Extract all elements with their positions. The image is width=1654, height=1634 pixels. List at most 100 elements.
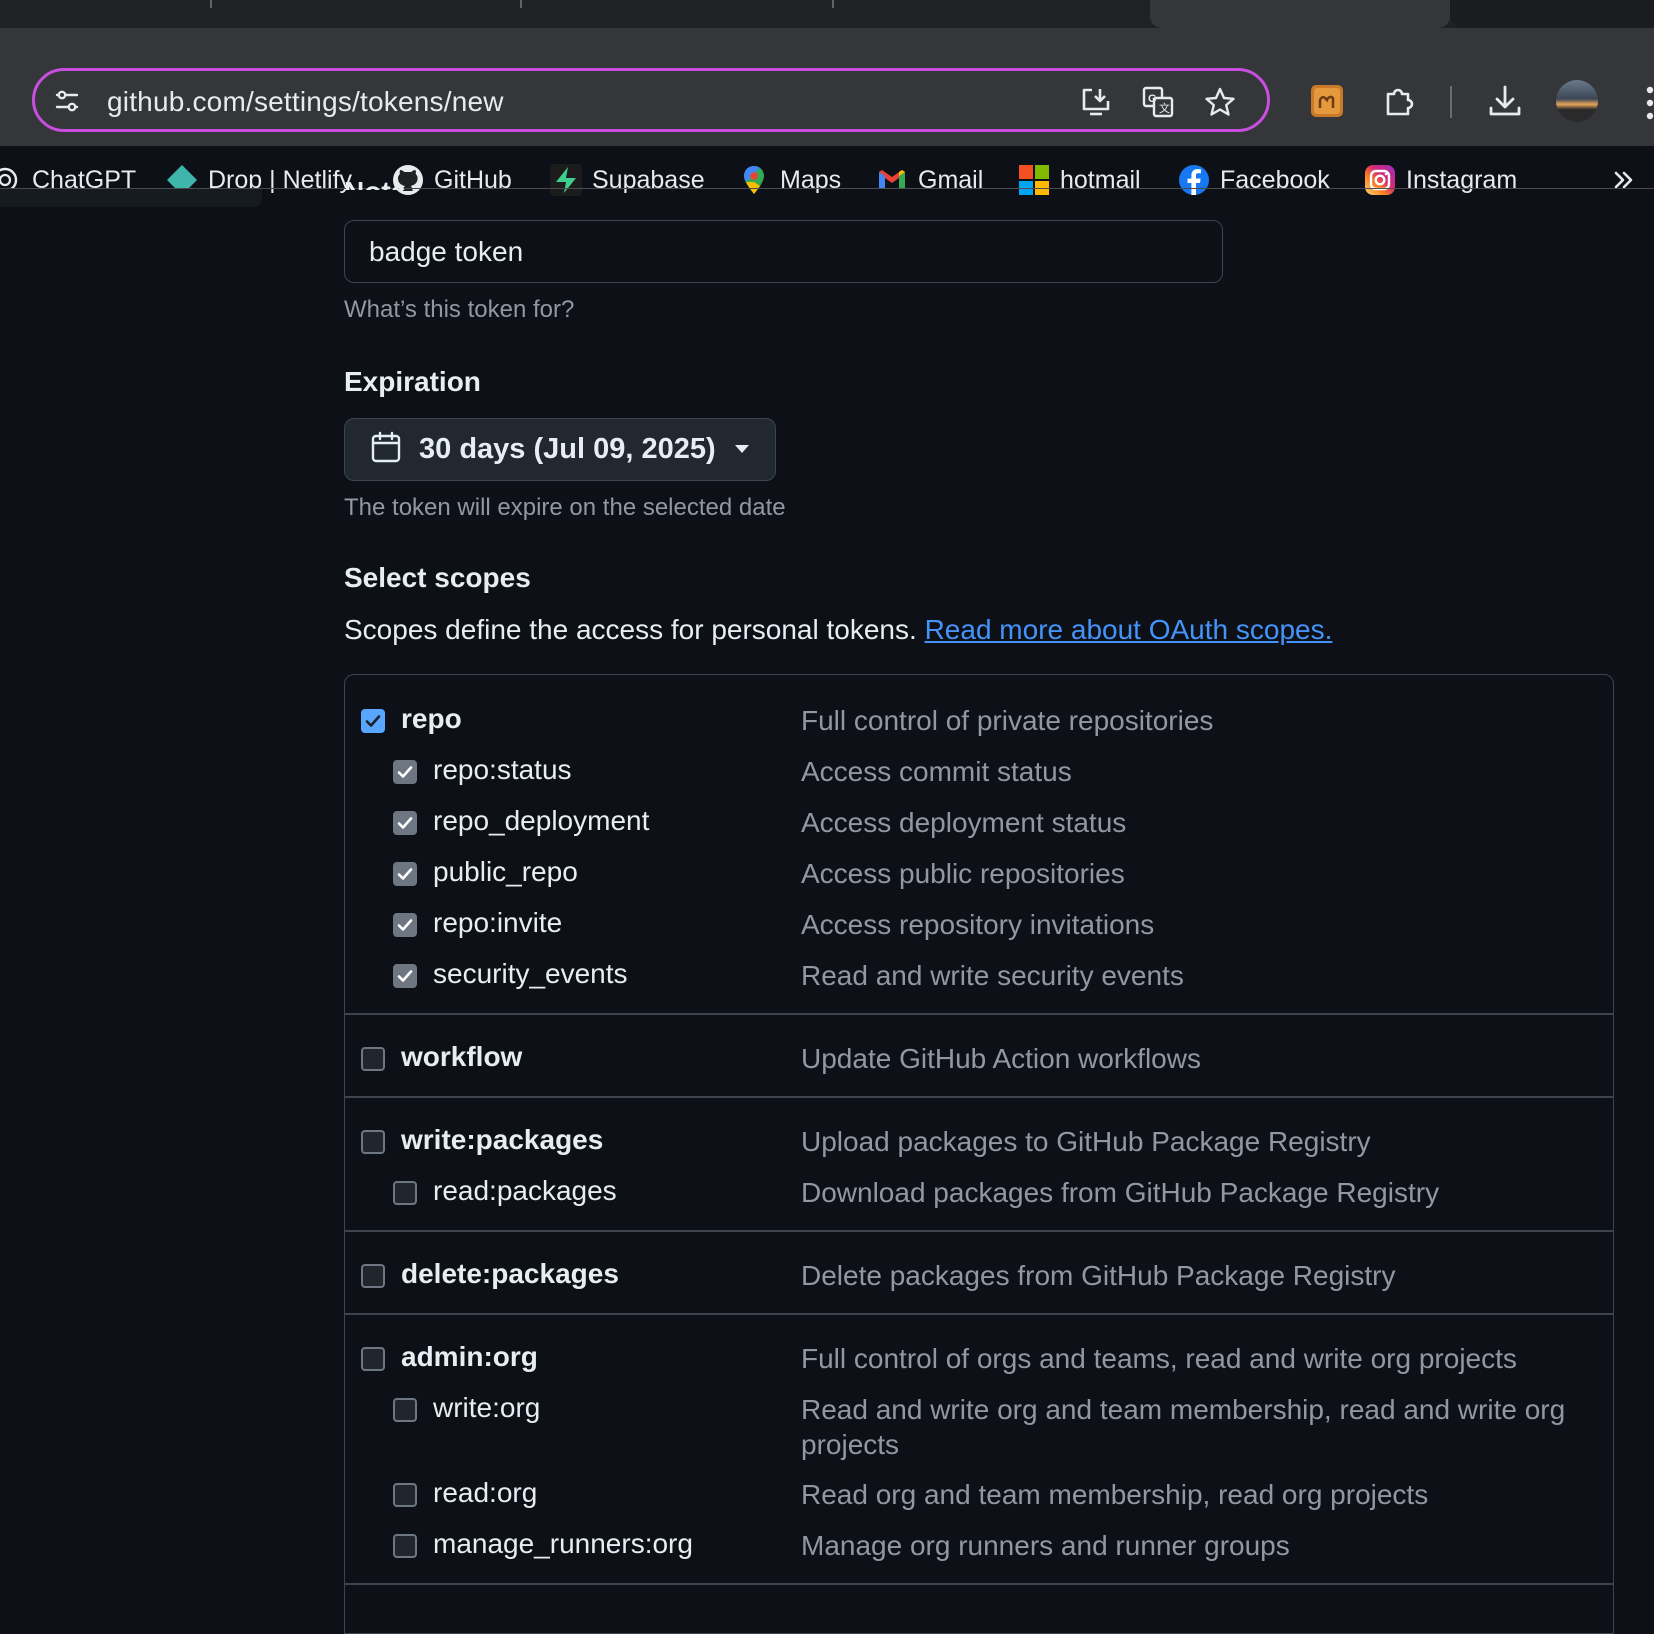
facebook-icon xyxy=(1178,164,1210,196)
downloads-icon[interactable] xyxy=(1486,82,1524,120)
sidebar-fragment xyxy=(0,189,262,207)
scope-description: Access commit status xyxy=(801,756,1072,787)
bookmark-hotmail[interactable]: hotmail xyxy=(1018,160,1141,200)
scope-group-divider xyxy=(345,1230,1613,1232)
scope-description: Update GitHub Action workflows xyxy=(801,1043,1201,1074)
scope-row-write-packages: write:packages Upload packages to GitHub … xyxy=(345,1122,1613,1162)
scope-row-repo-invite: repo:invite Access repository invitations xyxy=(345,905,1613,945)
scope-name[interactable]: public_repo xyxy=(433,856,578,888)
scope-name[interactable]: repo:status xyxy=(433,754,572,786)
expiration-value: 30 days (Jul 09, 2025) xyxy=(419,433,716,465)
scope-group-divider xyxy=(345,1583,1613,1585)
instagram-icon xyxy=(1364,164,1396,196)
scope-checkbox-delete-packages[interactable] xyxy=(361,1264,385,1288)
active-tab[interactable] xyxy=(1150,0,1450,28)
address-bar[interactable]: github.com/settings/tokens/new G文 xyxy=(32,68,1270,132)
scope-name[interactable]: repo:invite xyxy=(433,907,562,939)
scope-row-workflow: workflow Update GitHub Action workflows xyxy=(345,1039,1613,1079)
scope-group-divider xyxy=(345,1313,1613,1315)
bookmark-facebook[interactable]: Facebook xyxy=(1178,160,1330,200)
note-label: Note xyxy=(344,170,406,190)
scope-name[interactable]: write:packages xyxy=(401,1124,603,1156)
scope-row-repo-status: repo:status Access commit status xyxy=(345,752,1613,792)
scope-checkbox-security-events[interactable] xyxy=(393,964,417,988)
extensions-puzzle-icon[interactable] xyxy=(1380,82,1418,120)
tab-separator xyxy=(520,0,522,8)
microsoft-icon xyxy=(1018,164,1050,196)
scope-checkbox-repo-invite[interactable] xyxy=(393,913,417,937)
scope-checkbox-public-repo[interactable] xyxy=(393,862,417,886)
bookmark-github[interactable]: GitHub xyxy=(392,160,512,200)
scope-description: Full control of orgs and teams, read and… xyxy=(801,1343,1517,1374)
scope-description: Upload packages to GitHub Package Regist… xyxy=(801,1126,1371,1157)
scope-description: Manage org runners and runner groups xyxy=(801,1530,1290,1561)
scope-row-public-repo: public_repo Access public repositories xyxy=(345,854,1613,894)
bookmark-star-icon[interactable] xyxy=(1203,85,1237,119)
scope-checkbox-write-org[interactable] xyxy=(393,1398,417,1422)
supabase-icon xyxy=(550,164,582,196)
bookmark-maps[interactable]: Maps xyxy=(738,160,841,200)
scope-group-divider xyxy=(345,1013,1613,1015)
oauth-scopes-link[interactable]: Read more about OAuth scopes. xyxy=(925,614,1333,645)
tab-separator xyxy=(210,0,212,8)
scope-name[interactable]: manage_runners:org xyxy=(433,1528,693,1560)
translate-icon[interactable]: G文 xyxy=(1141,85,1175,119)
scope-checkbox-read-packages[interactable] xyxy=(393,1181,417,1205)
scope-name[interactable]: admin:org xyxy=(401,1341,538,1373)
scope-checkbox-repo[interactable] xyxy=(361,709,385,733)
scope-checkbox-read-org[interactable] xyxy=(393,1483,417,1507)
profile-avatar[interactable] xyxy=(1556,80,1598,122)
scope-name[interactable]: security_events xyxy=(433,958,628,990)
gmail-icon xyxy=(876,164,908,196)
scope-name[interactable]: read:packages xyxy=(433,1175,617,1207)
bookmark-instagram[interactable]: Instagram xyxy=(1364,160,1517,200)
tab-separator xyxy=(832,0,834,8)
extension-camel-icon[interactable] xyxy=(1308,82,1346,120)
scope-row-security-events: security_events Read and write security e… xyxy=(345,956,1613,996)
menu-kebab-icon[interactable] xyxy=(1640,84,1654,122)
scope-description: Delete packages from GitHub Package Regi… xyxy=(801,1260,1396,1291)
expiration-select[interactable]: 30 days (Jul 09, 2025) xyxy=(344,418,776,481)
site-info-icon[interactable] xyxy=(53,87,81,115)
scope-description: Read org and team membership, read org p… xyxy=(801,1479,1429,1510)
expiration-hint: The token will expire on the selected da… xyxy=(344,494,786,521)
scope-description: Access public repositories xyxy=(801,858,1125,889)
scope-checkbox-write-packages[interactable] xyxy=(361,1130,385,1154)
select-scopes-heading: Select scopes xyxy=(344,562,531,593)
url-text[interactable]: github.com/settings/tokens/new xyxy=(107,86,504,118)
scope-row-write-org: write:org Read and write org and team mem… xyxy=(345,1390,1613,1460)
browser-toolbar: github.com/settings/tokens/new G文 ChatGP… xyxy=(0,28,1654,196)
bookmark-supabase[interactable]: Supabase xyxy=(550,160,705,200)
scope-name[interactable]: repo xyxy=(401,703,462,735)
caret-down-icon xyxy=(734,441,750,459)
scope-group-divider xyxy=(345,1096,1613,1098)
scope-row-manage-runners-org: manage_runners:org Manage org runners and… xyxy=(345,1526,1613,1566)
scope-name[interactable]: write:org xyxy=(433,1392,540,1424)
scope-row-admin-org: admin:org Full control of orgs and teams,… xyxy=(345,1339,1613,1379)
scope-row-read-org: read:org Read org and team membership, re… xyxy=(345,1475,1613,1515)
scope-name[interactable]: read:org xyxy=(433,1477,537,1509)
scope-description: Access deployment status xyxy=(801,807,1127,838)
scope-checkbox-repo-deployment[interactable] xyxy=(393,811,417,835)
calendar-icon xyxy=(371,431,401,468)
scope-checkbox-workflow[interactable] xyxy=(361,1047,385,1071)
scope-checkbox-admin-org[interactable] xyxy=(361,1347,385,1371)
scope-description: Read and write org and team membership, … xyxy=(801,1394,1566,1460)
scope-row-repo-deployment: repo_deployment Access deployment status xyxy=(345,803,1613,843)
svg-text:文: 文 xyxy=(1159,101,1170,115)
scope-name[interactable]: repo_deployment xyxy=(433,805,649,837)
bookmarks-overflow-button[interactable] xyxy=(1608,160,1640,200)
bookmark-gmail[interactable]: Gmail xyxy=(876,160,983,200)
scopes-list: repo Full control of private repositories… xyxy=(344,674,1614,1634)
toolbar-divider xyxy=(1450,86,1452,118)
svg-text:G: G xyxy=(1148,93,1157,105)
scope-name[interactable]: delete:packages xyxy=(401,1258,619,1290)
inactive-tab[interactable] xyxy=(1450,0,1654,28)
scope-checkbox-manage-runners-org[interactable] xyxy=(393,1534,417,1558)
scope-name[interactable]: workflow xyxy=(401,1041,522,1073)
note-input[interactable] xyxy=(344,220,1223,283)
scope-checkbox-repo-status[interactable] xyxy=(393,760,417,784)
scope-row-delete-packages: delete:packages Delete packages from GitH… xyxy=(345,1256,1613,1296)
install-app-icon[interactable] xyxy=(1079,85,1113,119)
maps-icon xyxy=(738,164,770,196)
